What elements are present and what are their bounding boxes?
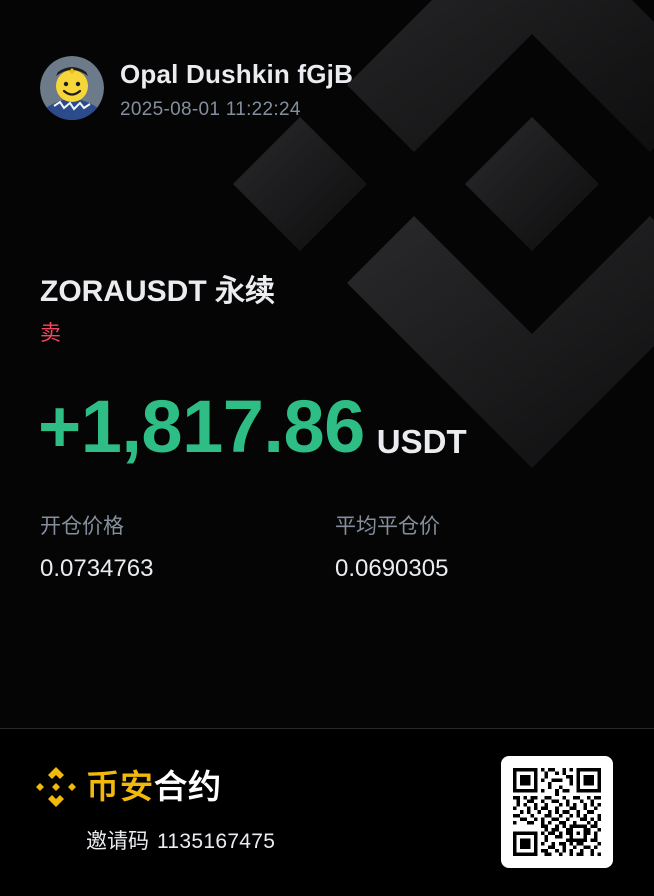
close-price-label: 平均平仓价 (335, 515, 440, 538)
entry-price-stat: 开仓价格 0.0734763 (40, 512, 153, 584)
brand-name: 币安合约 (86, 765, 222, 809)
close-price-stat: 平均平仓价 0.0690305 (335, 512, 448, 584)
entry-price-value: 0.0734763 (40, 555, 154, 582)
qr-code (501, 756, 613, 868)
pnl-value: +1,817.86 (38, 385, 365, 468)
pnl-share-card: Opal Dushkin fGjB 2025-08-01 11:22:24 ZO… (0, 0, 654, 896)
footer: 币安合约 邀请码 1135167475 (0, 729, 654, 896)
brand: 币安合约 (32, 763, 222, 811)
brand-name-highlight: 币安 (86, 768, 154, 805)
contract-symbol: ZORAUSDT 永续 (40, 275, 275, 308)
binance-logo-icon (36, 767, 76, 807)
close-price-value: 0.0690305 (335, 555, 449, 582)
smiley-avatar-icon (40, 56, 104, 120)
username: Opal Dushkin fGjB (120, 59, 354, 89)
pnl-unit: USDT (376, 423, 467, 460)
user-info: Opal Dushkin fGjB 2025-08-01 11:22:24 (120, 56, 353, 122)
timestamp: 2025-08-01 11:22:24 (120, 99, 301, 120)
brand-name-suffix: 合约 (154, 768, 222, 805)
referral-code: 1135167475 (157, 830, 276, 853)
entry-price-label: 开仓价格 (40, 515, 124, 538)
user-header: Opal Dushkin fGjB 2025-08-01 11:22:24 (40, 56, 353, 122)
qr-code-icon (513, 768, 601, 856)
position-side: 卖 (40, 322, 61, 345)
referral-label: 邀请码 (86, 830, 149, 853)
referral: 邀请码 1135167475 (86, 827, 275, 857)
pnl-row: +1,817.86 USDT (38, 384, 467, 470)
